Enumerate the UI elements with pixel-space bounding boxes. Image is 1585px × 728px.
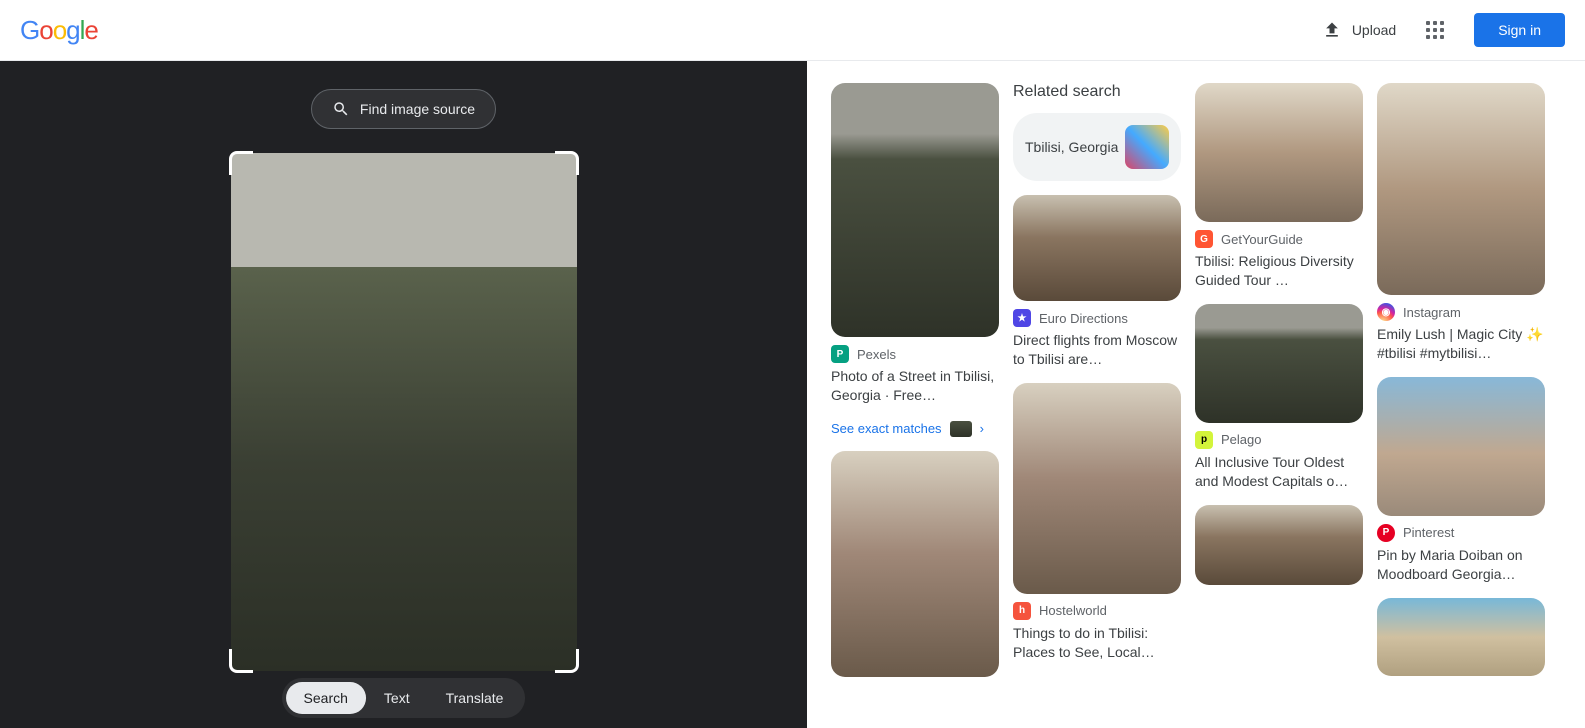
result-c3r3[interactable] [1195,505,1363,585]
related-chip-label: Tbilisi, Georgia [1025,139,1118,155]
crop-handle-tr[interactable] [555,151,579,175]
result-c2r1[interactable]: ★ Euro Directions Direct flights from Mo… [1013,195,1181,369]
result-source: Instagram [1403,305,1461,320]
result-title: Photo of a Street in Tbilisi, Georgia · … [831,367,999,405]
result-c1r2[interactable] [831,451,999,677]
related-block: Related search Tbilisi, Georgia [1013,83,1181,181]
find-source-label: Find image source [360,101,475,117]
find-image-source-button[interactable]: Find image source [311,89,496,129]
pexels-icon: P [831,345,849,363]
google-logo[interactable]: Google [20,15,98,46]
result-source: Pinterest [1403,525,1454,540]
result-thumb [1377,83,1545,295]
result-c3r2[interactable]: p Pelago All Inclusive Tour Oldest and M… [1195,304,1363,491]
chevron-right-icon: › [980,421,984,436]
result-thumb [831,451,999,677]
result-source: Pelago [1221,432,1261,447]
result-thumb [1195,83,1363,222]
result-title: Emily Lush | Magic City ✨ #tbilisi #mytb… [1377,325,1545,363]
result-c2r2[interactable]: h Hostelworld Things to do in Tbilisi: P… [1013,383,1181,662]
upload-icon [1322,20,1342,40]
mode-text[interactable]: Text [366,682,428,714]
pinterest-icon: P [1377,524,1395,542]
result-c3r1[interactable]: G GetYourGuide Tbilisi: Religious Divers… [1195,83,1363,290]
mode-translate[interactable]: Translate [428,682,522,714]
result-title: Direct flights from Moscow to Tbilisi ar… [1013,331,1181,369]
mode-search[interactable]: Search [286,682,366,714]
query-image[interactable] [231,153,577,671]
upload-button[interactable]: Upload [1322,20,1396,40]
result-c4r2[interactable]: P Pinterest Pin by Maria Doiban on Moodb… [1377,377,1545,584]
result-c4r1[interactable]: ◉ Instagram Emily Lush | Magic City ✨ #t… [1377,83,1545,363]
crop-handle-br[interactable] [555,649,579,673]
sign-in-button[interactable]: Sign in [1474,13,1565,47]
related-chip-thumb [1125,125,1169,169]
getyourguide-icon: G [1195,230,1213,248]
result-thumb [1013,195,1181,301]
see-exact-matches[interactable]: See exact matches › [831,421,999,437]
exact-thumb-icon [950,421,972,437]
result-thumb [831,83,999,337]
result-source: Hostelworld [1039,603,1107,618]
pelago-icon: p [1195,431,1213,449]
image-panel: Find image source Search Text Translate [0,61,807,728]
euro-directions-icon: ★ [1013,309,1031,327]
result-thumb [1377,598,1545,676]
crop-handle-bl[interactable] [229,649,253,673]
header: Google Upload Sign in [0,0,1585,61]
result-thumb [1377,377,1545,516]
result-thumb [1195,505,1363,585]
mode-switcher: Search Text Translate [282,678,526,718]
result-source: GetYourGuide [1221,232,1303,247]
results-panel: P Pexels Photo of a Street in Tbilisi, G… [807,61,1585,728]
result-c4r3[interactable] [1377,598,1545,676]
hostelworld-icon: h [1013,602,1031,620]
crop-handle-tl[interactable] [229,151,253,175]
upload-label: Upload [1352,22,1396,38]
result-thumb [1195,304,1363,423]
result-title: Things to do in Tbilisi: Places to See, … [1013,624,1181,662]
related-heading: Related search [1013,83,1181,101]
result-title: Pin by Maria Doiban on Moodboard Georgia… [1377,546,1545,584]
result-c1r1[interactable]: P Pexels Photo of a Street in Tbilisi, G… [831,83,999,405]
instagram-icon: ◉ [1377,303,1395,321]
result-title: Tbilisi: Religious Diversity Guided Tour… [1195,252,1363,290]
related-search-chip[interactable]: Tbilisi, Georgia [1013,113,1181,181]
result-title: All Inclusive Tour Oldest and Modest Cap… [1195,453,1363,491]
google-apps-icon[interactable] [1416,11,1454,49]
result-thumb [1013,383,1181,594]
result-source: Euro Directions [1039,311,1128,326]
search-image-icon [332,100,350,118]
result-source: Pexels [857,347,896,362]
